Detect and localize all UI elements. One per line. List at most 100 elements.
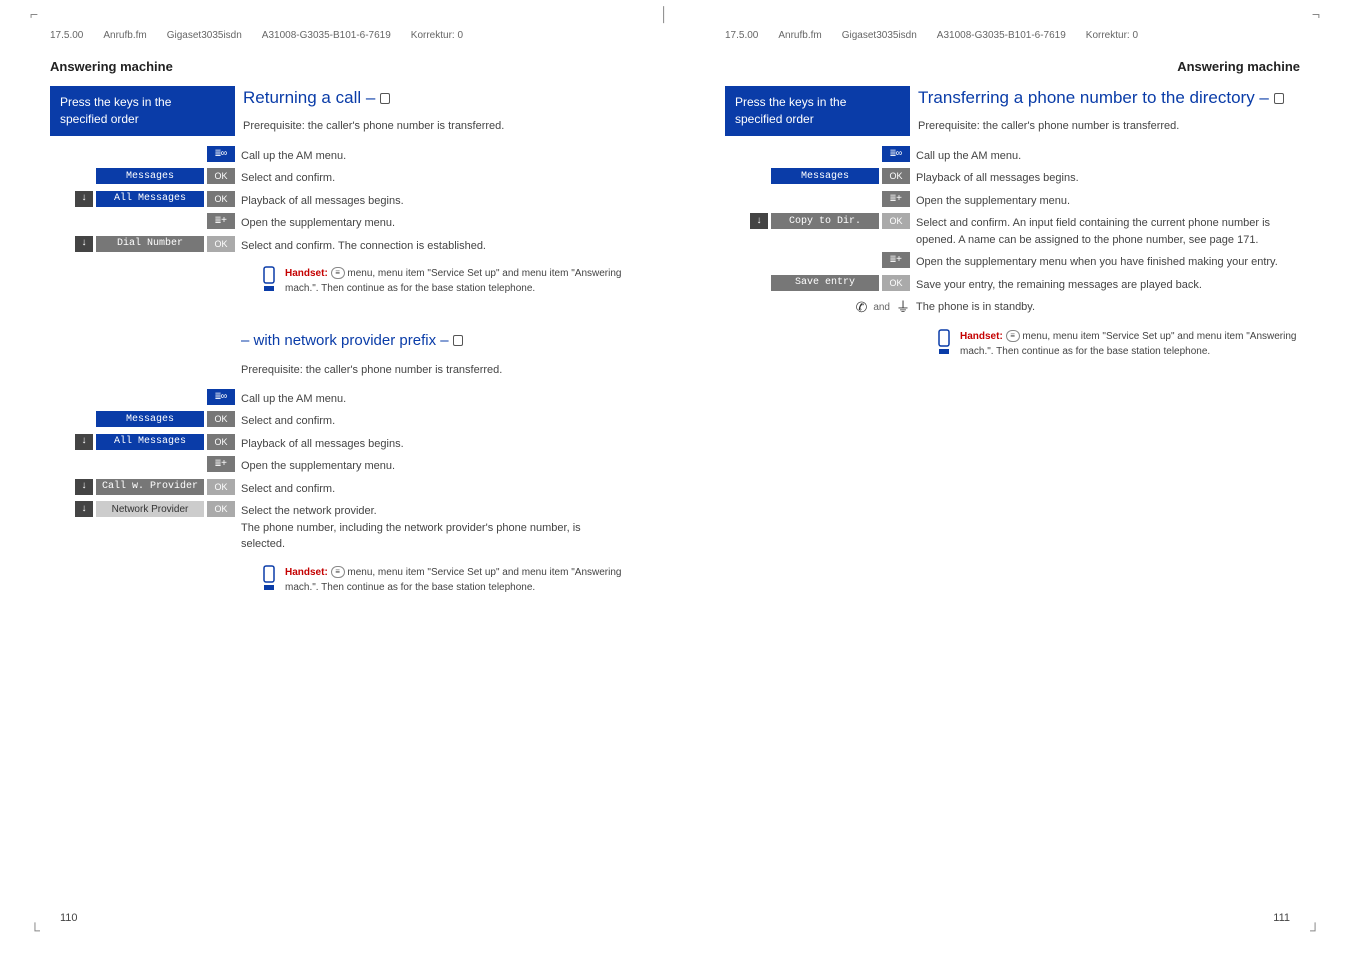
columns-right: Press the keys in the specified order Tr… (725, 86, 1300, 146)
menu-key-icon: ≡ (331, 566, 345, 578)
arrow-down-icon[interactable]: ↓ (75, 479, 93, 495)
ok-button[interactable]: OK (207, 191, 235, 207)
handset-note-text: Handset: ≡ menu, menu item "Service Set … (285, 266, 625, 298)
ok-button[interactable]: OK (882, 168, 910, 184)
ok-button[interactable]: OK (207, 434, 235, 450)
supplementary-menu-icon[interactable]: ≣+ (207, 213, 235, 229)
handset-note-text: Handset: ≡ menu, menu item "Service Set … (960, 329, 1300, 361)
step-text: Playback of all messages begins. (241, 434, 625, 453)
arrow-down-icon[interactable]: ↓ (75, 191, 93, 207)
blue-instruction-box: Press the keys in the specified order (725, 86, 910, 136)
prereq-text-2: Prerequisite: the caller's phone number … (241, 362, 625, 379)
menu-key-icon: ≡ (331, 267, 345, 279)
ok-button[interactable]: OK (882, 275, 910, 291)
heading-transfer-directory-text: Transferring a phone number to the direc… (918, 88, 1274, 107)
header-device: Gigaset3035isdn (167, 30, 242, 41)
ok-button[interactable]: OK (207, 479, 235, 495)
step-text: Playback of all messages begins. (241, 191, 625, 210)
and-text: and (873, 302, 890, 313)
handset-label: Handset: (960, 331, 1003, 342)
section-title-right: Answering machine (725, 59, 1300, 74)
header-line: 17.5.00 Anrufb.fm Gigaset3035isdn A31008… (50, 30, 625, 41)
supplementary-menu-icon[interactable]: ≣+ (882, 191, 910, 207)
page-number-left: 110 (60, 912, 78, 924)
all-messages-button[interactable]: All Messages (96, 191, 204, 207)
step-text: The phone is in standby. (916, 297, 1300, 316)
hook-on-icon: ⏚ (896, 297, 910, 317)
menu-key-icon: ≡ (1006, 330, 1020, 342)
heading-transfer-directory: Transferring a phone number to the direc… (918, 88, 1300, 108)
ok-button[interactable]: OK (207, 236, 235, 252)
prereq-text-r: Prerequisite: the caller's phone number … (918, 118, 1300, 135)
arrow-down-icon[interactable]: ↓ (750, 213, 768, 229)
supplementary-menu-icon[interactable]: ≣+ (882, 252, 910, 268)
blue-box-line1: Press the keys in the (60, 94, 225, 111)
arrow-down-icon[interactable]: ↓ (75, 434, 93, 450)
header-korr: Korrektur: 0 (1086, 30, 1138, 41)
ok-button[interactable]: OK (207, 168, 235, 184)
step-text: Call up the AM menu. (241, 389, 625, 408)
hook-off-icon: ✆ (856, 299, 868, 316)
ok-button[interactable]: OK (882, 213, 910, 229)
prereq-text-1: Prerequisite: the caller's phone number … (243, 118, 625, 135)
network-provider-button[interactable]: Network Provider (96, 501, 204, 517)
handset-note: Handset: ≡ menu, menu item "Service Set … (261, 565, 625, 597)
blue-box-line2: specified order (60, 111, 225, 128)
heading-returning-call-text: Returning a call – (243, 88, 380, 107)
messages-button[interactable]: Messages (96, 168, 204, 184)
header-device: Gigaset3035isdn (842, 30, 917, 41)
step-text: Open the supplementary menu. (241, 213, 625, 232)
step-text: Open the supplementary menu. (916, 191, 1300, 210)
handset-note: Handset: ≡ menu, menu item "Service Set … (261, 266, 625, 298)
messages-button[interactable]: Messages (96, 411, 204, 427)
heading-returning-call: Returning a call – (243, 88, 625, 108)
ok-button[interactable]: OK (207, 411, 235, 427)
step-text: Call up the AM menu. (916, 146, 1300, 165)
phone-icon (453, 335, 463, 346)
blue-box-line1: Press the keys in the (735, 94, 900, 111)
step-text: Open the supplementary menu. (241, 456, 625, 475)
ok-button[interactable]: OK (207, 501, 235, 517)
handset-note: Handset: ≡ menu, menu item "Service Set … (936, 329, 1300, 361)
heading-network-prefix: – with network provider prefix – (241, 330, 625, 353)
handset-label: Handset: (285, 567, 328, 578)
handset-note-icon (261, 266, 277, 298)
handset-note-icon (936, 329, 952, 361)
step-text: Call up the AM menu. (241, 146, 625, 165)
save-entry-button[interactable]: Save entry (771, 275, 879, 291)
menu-icon[interactable]: ≣∞ (207, 146, 235, 162)
copy-to-dir-button[interactable]: Copy to Dir. (771, 213, 879, 229)
menu-icon[interactable]: ≣∞ (207, 389, 235, 405)
blue-instruction-box: Press the keys in the specified order (50, 86, 235, 136)
step-text: Select the network provider. The phone n… (241, 501, 625, 553)
step-text: Save your entry, the remaining messages … (916, 275, 1300, 294)
heading-network-prefix-text: – with network provider prefix – (241, 332, 453, 349)
page-number-right: 111 (1273, 912, 1290, 924)
arrow-down-icon[interactable]: ↓ (75, 236, 93, 252)
step-text: Select and confirm. The connection is es… (241, 236, 625, 255)
page-right: 17.5.00 Anrufb.fm Gigaset3035isdn A31008… (675, 0, 1350, 954)
menu-icon[interactable]: ≣∞ (882, 146, 910, 162)
dial-number-button[interactable]: Dial Number (96, 236, 204, 252)
handset-note-text: Handset: ≡ menu, menu item "Service Set … (285, 565, 625, 597)
header-file: Anrufb.fm (778, 30, 821, 41)
columns-left: Press the keys in the specified order Re… (50, 86, 625, 146)
header-docno: A31008-G3035-B101-6-7619 (937, 30, 1066, 41)
phone-icon (380, 93, 390, 104)
phone-icon (1274, 93, 1284, 104)
step-text: Select and confirm. (241, 168, 625, 187)
page-left: 17.5.00 Anrufb.fm Gigaset3035isdn A31008… (0, 0, 675, 954)
header-korr: Korrektur: 0 (411, 30, 463, 41)
header-date: 17.5.00 (725, 30, 758, 41)
header-line: 17.5.00 Anrufb.fm Gigaset3035isdn A31008… (725, 30, 1300, 41)
all-messages-button[interactable]: All Messages (96, 434, 204, 450)
supplementary-menu-icon[interactable]: ≣+ (207, 456, 235, 472)
step-text: Playback of all messages begins. (916, 168, 1300, 187)
header-file: Anrufb.fm (103, 30, 146, 41)
handset-note-icon (261, 565, 277, 597)
section-title-left: Answering machine (50, 59, 625, 74)
arrow-down-icon[interactable]: ↓ (75, 501, 93, 517)
call-w-provider-button[interactable]: Call w. Provider (96, 479, 204, 495)
step-text: Select and confirm. (241, 479, 625, 498)
messages-button[interactable]: Messages (771, 168, 879, 184)
